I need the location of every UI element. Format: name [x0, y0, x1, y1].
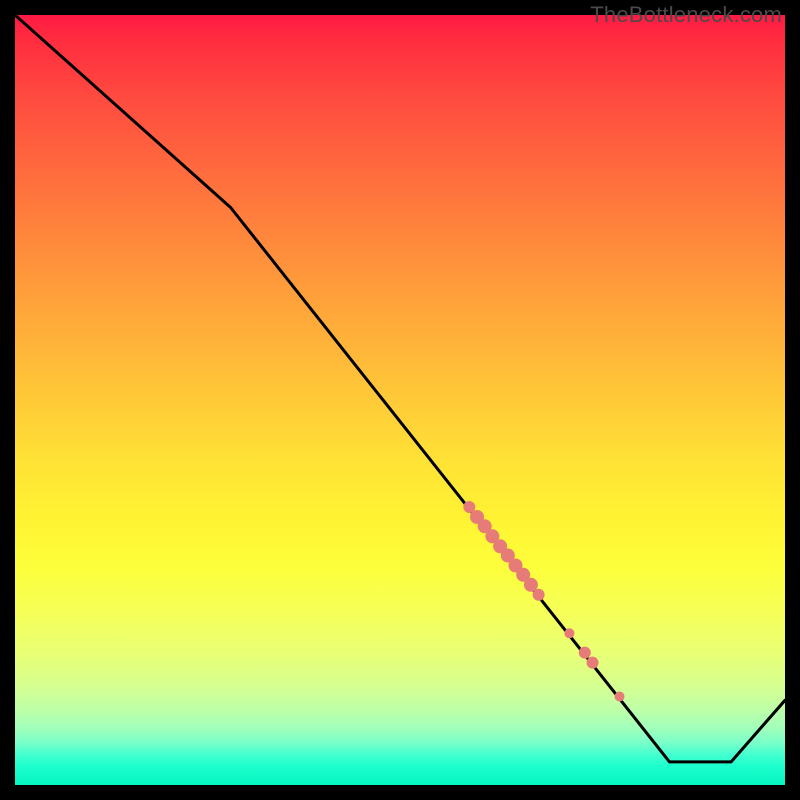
- marker-layer: [15, 15, 785, 785]
- watermark-text: TheBottleneck.com: [590, 2, 782, 28]
- data-marker: [564, 628, 574, 638]
- data-marker: [587, 657, 599, 669]
- data-marker: [579, 647, 591, 659]
- data-marker: [615, 692, 625, 702]
- data-marker: [533, 589, 545, 601]
